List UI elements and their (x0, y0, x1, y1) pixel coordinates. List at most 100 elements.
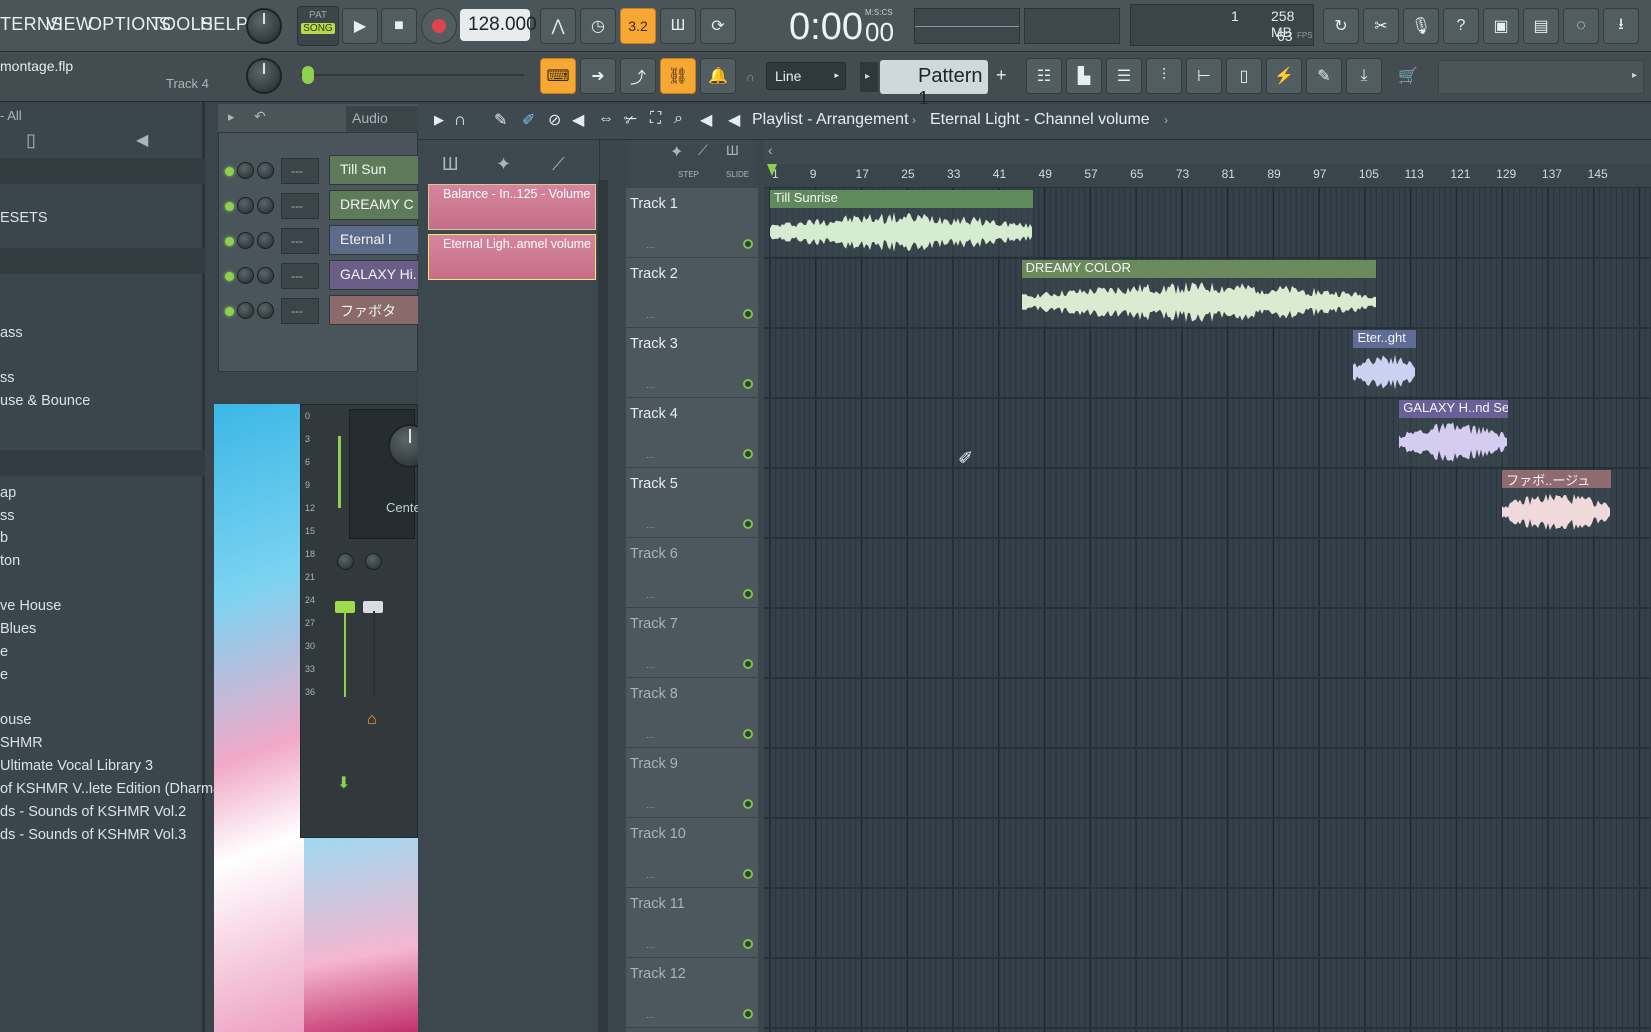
browser-item[interactable]: e (0, 644, 8, 660)
shop-button[interactable]: 🛒 (1390, 58, 1426, 94)
channel-led[interactable] (225, 237, 234, 246)
channel-pan-knob[interactable] (257, 232, 274, 249)
channel-pan-knob[interactable] (257, 162, 274, 179)
browser-item[interactable]: ss (0, 508, 15, 524)
project-button[interactable]: ▯ (1226, 58, 1262, 94)
track-header[interactable]: Track 6... (626, 538, 758, 608)
save-as-button[interactable]: ▤ (1523, 8, 1559, 44)
undo-arrow-icon[interactable]: ↶ (254, 108, 266, 125)
channel-name-button[interactable]: ファボタ (329, 295, 419, 325)
track-options-icon[interactable]: ... (646, 940, 654, 951)
track-mute-led[interactable] (743, 379, 753, 389)
track-options-icon[interactable]: ... (646, 590, 654, 601)
pattern-selector[interactable]: Pattern 1 (880, 60, 988, 110)
select-icon[interactable]: ⛶ (650, 110, 661, 128)
browser-item[interactable]: ESETS (0, 210, 48, 226)
help-button[interactable]: ? (1443, 8, 1479, 44)
metronome-button[interactable]: ⋀ (540, 8, 576, 44)
track-header[interactable]: Track 4... (626, 398, 758, 468)
chat-button[interactable]: ◌ (1563, 8, 1599, 44)
playlist-button[interactable]: ☷ (1026, 58, 1062, 94)
track-mute-led[interactable] (743, 939, 753, 949)
automation-icon[interactable]: ⟋ (698, 142, 708, 159)
mixer-button[interactable]: ⫶ (1146, 58, 1182, 94)
slice-icon[interactable]: ✃ (624, 110, 637, 130)
channel-pan-knob[interactable] (257, 267, 274, 284)
audio-clip-icon[interactable]: ✦ (670, 142, 683, 162)
track-mute-led[interactable] (743, 869, 753, 879)
piano-roll-button[interactable]: ▙ (1066, 58, 1102, 94)
speaker-icon[interactable]: ◀ (700, 110, 712, 130)
browser-item[interactable]: b (0, 530, 8, 546)
pattern-icon[interactable]: Ш (442, 154, 459, 175)
track-mute-led[interactable] (743, 799, 753, 809)
track-mute-led[interactable] (743, 589, 753, 599)
multilink-button[interactable]: ⛓ (660, 58, 696, 94)
render-button[interactable]: ⤓ (1346, 58, 1382, 94)
slide-button[interactable]: ⤴ (620, 58, 656, 94)
pattern-prev-button[interactable]: ▸ (860, 62, 878, 92)
undo-button[interactable]: ↻ (1323, 8, 1359, 44)
track-options-icon[interactable]: ... (646, 870, 654, 881)
channel-led[interactable] (225, 167, 234, 176)
typing-keyboard-button[interactable]: ⌨ (540, 58, 576, 94)
audio-clip-icon[interactable]: ✦ (496, 154, 511, 175)
step-forward-button[interactable]: ➜ (580, 58, 616, 94)
mixer-send-knob[interactable] (337, 553, 354, 570)
clip-list-scrollbar[interactable] (598, 180, 608, 1032)
channel-pan-knob[interactable] (257, 197, 274, 214)
automation-icon[interactable]: ⟋ (552, 154, 565, 175)
browser-item[interactable]: ds - Sounds of KSHMR Vol.2 (0, 804, 186, 820)
pat-song-toggle[interactable]: PAT SONG (297, 6, 339, 46)
track-options-icon[interactable]: ... (646, 730, 654, 741)
browser-item[interactable]: ss (0, 370, 15, 386)
wait-input-button[interactable]: ◷ (580, 8, 616, 44)
main-slider-handle[interactable] (302, 66, 314, 84)
channel-rack-button[interactable]: ☰ (1106, 58, 1142, 94)
channel-name-button[interactable]: Till Sun (329, 155, 419, 185)
delete-icon[interactable]: ⊘ (548, 110, 561, 130)
snap-select[interactable]: Line ▸ (766, 62, 846, 90)
audio-clip[interactable]: GALAXY H..nd SeeK (1399, 400, 1508, 466)
browser-item[interactable]: e (0, 667, 8, 683)
channel-led[interactable] (225, 202, 234, 211)
zoom-icon[interactable]: ⌕ (674, 110, 683, 128)
countdown-button[interactable]: 3.2 (620, 8, 656, 44)
track-mute-led[interactable] (743, 239, 753, 249)
paint-icon[interactable]: ✐ (522, 110, 535, 130)
loop-record-button[interactable]: ⟳ (700, 8, 736, 44)
browser-item[interactable]: ap (0, 485, 16, 501)
play-button[interactable]: ▶ (342, 8, 378, 44)
track-options-icon[interactable]: ... (646, 450, 654, 461)
main-slider-track[interactable] (300, 74, 524, 76)
song-position-slider[interactable] (914, 8, 1020, 44)
pattern-clip-item[interactable]: Balance - In..125 - Volume (428, 184, 596, 230)
slip-icon[interactable]: ⇔ (598, 110, 614, 128)
browser-item[interactable]: ds - Sounds of KSHMR Vol.3 (0, 827, 186, 843)
browser-item[interactable]: of KSHMR V..lete Edition (Dharma) (0, 781, 226, 797)
channel-mixer-track[interactable]: --- (281, 228, 319, 254)
browser-item[interactable]: ton (0, 553, 20, 569)
channel-mixer-track[interactable]: --- (281, 298, 319, 324)
track-header[interactable]: Track 3... (626, 328, 758, 398)
chevron-right-icon[interactable]: ▸ (228, 109, 235, 125)
record-audio-button[interactable]: 🎙 (1403, 8, 1439, 44)
master-pitch-knob[interactable] (246, 58, 282, 94)
pattern-clip-item[interactable]: Eternal Ligh..annel volume (428, 234, 596, 280)
track-options-icon[interactable]: ... (646, 310, 654, 321)
channel-volume-knob[interactable] (237, 232, 254, 249)
browser-item[interactable]: Ultimate Vocal Library 3 (0, 758, 153, 774)
add-pattern-button[interactable]: + (996, 60, 1014, 94)
timeline-ruler[interactable]: 1 9 17 25 33 41 49 57 65 73 81 89 97 105 113 121 129 137 1… (764, 164, 1651, 188)
track-header[interactable]: Track 5... (626, 468, 758, 538)
audio-clip[interactable]: DREAMY COLOR (1021, 260, 1377, 326)
track-header[interactable]: Track 2... (626, 258, 758, 328)
track-header[interactable]: Track 11... (626, 888, 758, 958)
cut-button[interactable]: ✂ (1363, 8, 1399, 44)
menu-view[interactable]: VIEW (46, 14, 93, 35)
track-mute-led[interactable] (743, 1009, 753, 1019)
browser-item[interactable]: ass (0, 325, 23, 341)
chevron-left-icon[interactable]: ‹ (768, 142, 773, 158)
time-display[interactable]: 0:00 M:S:CS 00 (775, 2, 905, 50)
track-mute-led[interactable] (743, 309, 753, 319)
